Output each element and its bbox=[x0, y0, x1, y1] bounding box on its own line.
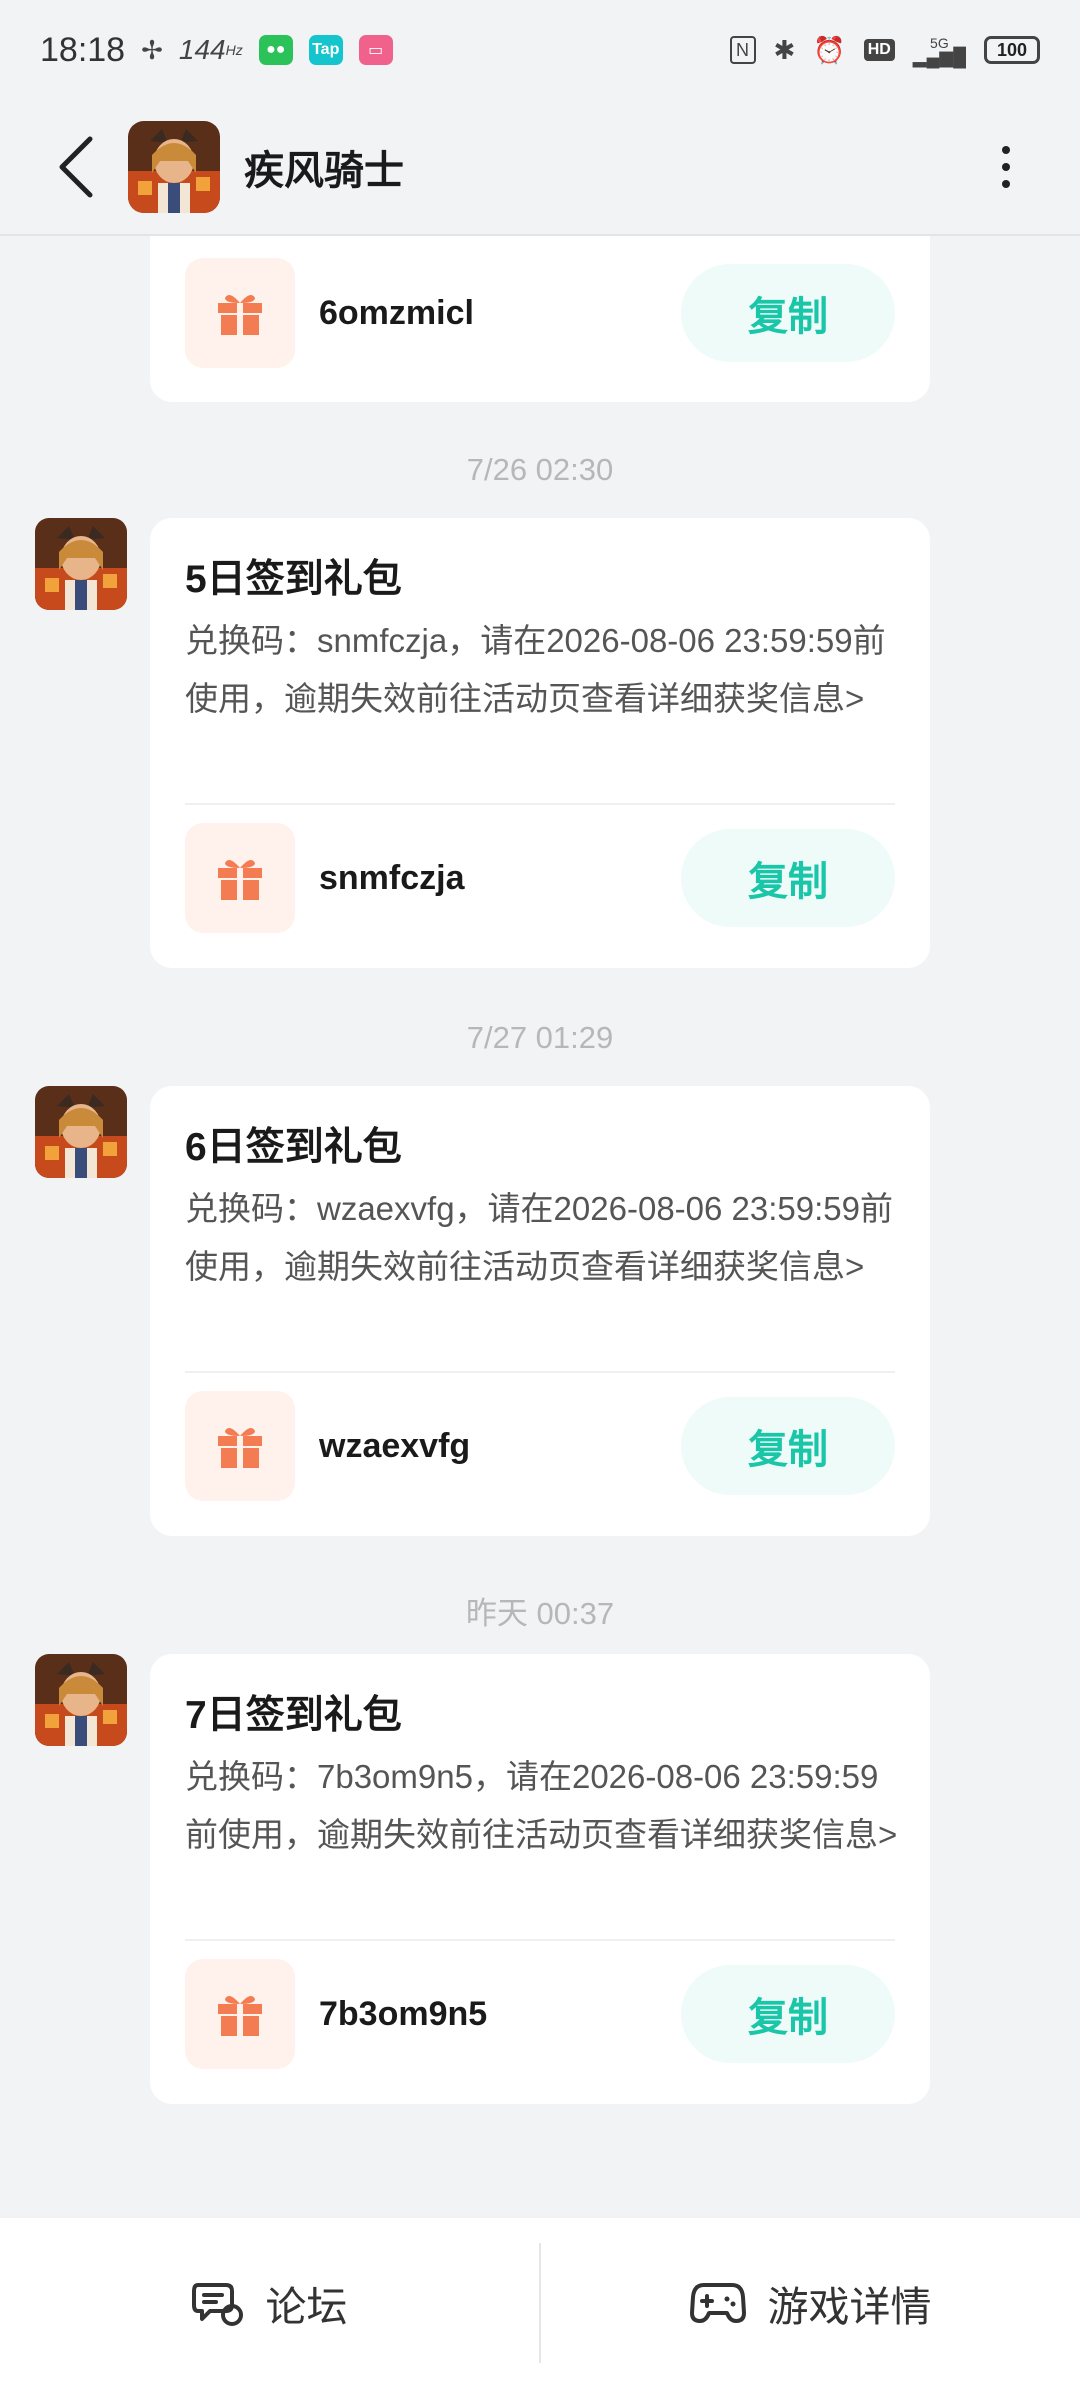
forum-button[interactable]: 论坛 bbox=[0, 2243, 539, 2363]
nfc-icon: N bbox=[729, 36, 756, 64]
copy-button[interactable]: 复制 bbox=[681, 264, 895, 362]
message-timestamp: 7/27 01:29 bbox=[466, 1020, 614, 1055]
wechat-icon: ●● bbox=[258, 35, 293, 65]
message-timestamp: 昨天 00:37 bbox=[465, 1596, 615, 1631]
gift-code: 6omzmicl bbox=[319, 293, 474, 332]
more-dot-icon bbox=[1002, 180, 1010, 188]
card-description[interactable]: 兑换码：7b3om9n5，请在2026-08-06 23:59:59前使用，逾期… bbox=[185, 1748, 905, 1864]
battery-level: 100 bbox=[996, 39, 1028, 60]
more-dot-icon bbox=[1002, 146, 1010, 154]
refresh-rate-value: 144 bbox=[178, 34, 226, 65]
card-description[interactable]: 兑换码：snmfczja，请在2026-08-06 23:59:59前使用，逾期… bbox=[185, 612, 905, 728]
more-dot-icon bbox=[1002, 163, 1010, 171]
bottom-bar: 论坛 游戏详情 bbox=[0, 2218, 1080, 2387]
gift-box bbox=[185, 1959, 295, 2069]
message-list[interactable]: 6omzmicl 复制 7/26 02:30 5日签到礼包 兑换码：snmfcz… bbox=[0, 236, 1080, 2218]
gift-box bbox=[185, 823, 295, 933]
gift-box bbox=[185, 1391, 295, 1501]
game-avatar[interactable] bbox=[128, 121, 220, 213]
app-header: 疾风骑士 bbox=[0, 100, 1080, 236]
sender-avatar bbox=[35, 1086, 127, 1178]
alarm-icon: ⏰ bbox=[813, 34, 846, 65]
copy-button[interactable]: 复制 bbox=[681, 1965, 895, 2063]
battery-icon: 100 bbox=[984, 36, 1040, 64]
gift-message-card: 5日签到礼包 兑换码：snmfczja，请在2026-08-06 23:59:5… bbox=[150, 518, 930, 968]
divider bbox=[185, 1371, 895, 1373]
card-title: 5日签到礼包 bbox=[185, 558, 402, 601]
gift-box bbox=[185, 258, 295, 368]
gift-code: 7b3om9n5 bbox=[319, 1994, 488, 2033]
message-timestamp: 7/26 02:30 bbox=[466, 452, 614, 487]
gift-code-row: snmfczja 复制 bbox=[185, 823, 895, 933]
page-title: 疾风骑士 bbox=[244, 149, 404, 193]
tv-app-icon: ▭ bbox=[358, 35, 393, 65]
copy-button[interactable]: 复制 bbox=[681, 829, 895, 927]
gift-icon bbox=[218, 1995, 262, 2036]
hd-icon: HD bbox=[863, 39, 895, 61]
game-detail-label: 游戏详情 bbox=[767, 2283, 932, 2330]
gift-code-row: wzaexvfg 复制 bbox=[185, 1391, 895, 1501]
divider bbox=[185, 1939, 895, 1941]
bluetooth-icon: ✱ bbox=[773, 34, 796, 65]
gift-code-row: 6omzmicl 复制 bbox=[185, 258, 895, 368]
sender-avatar bbox=[35, 1654, 127, 1746]
gift-code: wzaexvfg bbox=[319, 1426, 471, 1465]
character-portrait-icon bbox=[35, 1086, 127, 1178]
taptap-icon: Tap bbox=[308, 35, 343, 65]
gift-code-row: 7b3om9n5 复制 bbox=[185, 1959, 895, 2069]
signal-icon: 5G ▂▄▆█ bbox=[912, 35, 966, 67]
card-title: 7日签到礼包 bbox=[185, 1694, 402, 1737]
back-arrow-icon bbox=[59, 136, 93, 198]
gamepad-icon bbox=[689, 2282, 746, 2323]
forum-icon bbox=[191, 2282, 243, 2326]
copy-button[interactable]: 复制 bbox=[681, 1397, 895, 1495]
gift-message-card: 6omzmicl 复制 bbox=[150, 236, 930, 402]
refresh-rate: 144 Hz bbox=[178, 34, 243, 65]
game-detail-button[interactable]: 游戏详情 bbox=[541, 2243, 1080, 2363]
card-title: 6日签到礼包 bbox=[185, 1126, 402, 1169]
gift-message-card: 6日签到礼包 兑换码：wzaexvfg，请在2026-08-06 23:59:5… bbox=[150, 1086, 930, 1536]
more-options-button[interactable] bbox=[976, 127, 1036, 207]
gift-icon bbox=[218, 1427, 262, 1468]
gift-message-card: 7日签到礼包 兑换码：7b3om9n5，请在2026-08-06 23:59:5… bbox=[150, 1654, 930, 2104]
card-description[interactable]: 兑换码：wzaexvfg，请在2026-08-06 23:59:59前使用，逾期… bbox=[185, 1180, 905, 1296]
fan-icon: ✢ bbox=[141, 34, 163, 65]
forum-label: 论坛 bbox=[265, 2283, 348, 2330]
gift-icon bbox=[218, 859, 262, 900]
gift-icon bbox=[218, 294, 262, 335]
status-time: 18:18 bbox=[40, 30, 126, 69]
divider bbox=[185, 803, 895, 805]
gift-code: snmfczja bbox=[319, 858, 465, 897]
sender-avatar bbox=[35, 518, 127, 610]
character-portrait-icon bbox=[128, 121, 220, 213]
back-button[interactable] bbox=[36, 127, 116, 207]
character-portrait-icon bbox=[35, 1654, 127, 1746]
character-portrait-icon bbox=[35, 518, 127, 610]
status-bar: 18:18 ✢ 144 Hz ●● Tap ▭ N ✱ ⏰ HD 5G ▂▄▆█ … bbox=[0, 0, 1080, 100]
